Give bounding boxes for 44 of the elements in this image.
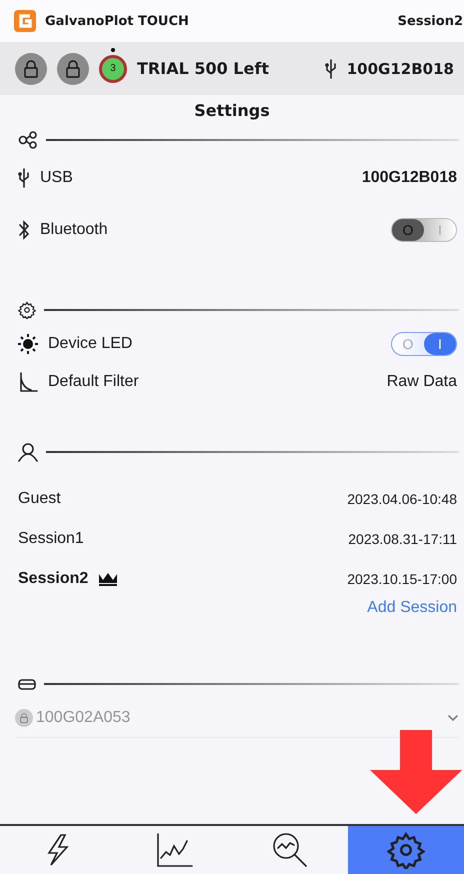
toggle-switch[interactable]: O I bbox=[391, 332, 457, 356]
trial-status: TRIAL 500 Left bbox=[137, 59, 270, 78]
settings-icon bbox=[387, 831, 425, 869]
user-icon bbox=[18, 442, 38, 462]
app-title: GalvanoPlot TOUCH bbox=[45, 14, 190, 28]
setting-label: USB bbox=[40, 169, 74, 187]
setting-label: Default Filter bbox=[48, 373, 140, 391]
lock-icon bbox=[15, 52, 47, 84]
off-mark: O bbox=[402, 336, 414, 352]
add-session-link[interactable]: Add Session bbox=[367, 599, 457, 617]
session-name[interactable]: Guest bbox=[18, 490, 61, 508]
session-date: 2023.10.15-17:00 bbox=[347, 571, 457, 587]
session-name: Session2 bbox=[398, 14, 463, 28]
chart-icon bbox=[155, 832, 193, 868]
app-logo bbox=[14, 10, 36, 32]
toggle-switch[interactable]: O I bbox=[391, 218, 457, 242]
counter-badge: 3 bbox=[99, 54, 127, 82]
setting-label: Bluetooth bbox=[40, 221, 109, 239]
lock-icon bbox=[57, 52, 89, 84]
share-icon bbox=[18, 131, 38, 149]
chevron-down-icon bbox=[447, 714, 459, 722]
arrow-icon bbox=[370, 730, 462, 814]
switch-knob: O bbox=[392, 219, 424, 241]
filter-curve-icon bbox=[18, 372, 38, 392]
usb-icon bbox=[18, 168, 30, 188]
session-name[interactable]: Session1 bbox=[18, 530, 84, 548]
sun-icon bbox=[18, 334, 38, 354]
session-name[interactable]: Session2 bbox=[18, 570, 88, 588]
crown-icon bbox=[98, 572, 118, 586]
bluetooth-icon bbox=[18, 220, 30, 240]
settings-icon bbox=[18, 301, 36, 319]
session-date: 2023.04.06-10:48 bbox=[347, 491, 457, 507]
dot-icon bbox=[111, 48, 115, 52]
setting-value: Raw Data bbox=[386, 373, 457, 391]
switch-knob: I bbox=[424, 333, 456, 355]
drive-icon bbox=[18, 677, 36, 691]
setting-label: Device LED bbox=[48, 335, 134, 353]
usb-device: 100G12B018 bbox=[346, 60, 454, 78]
setting-value: 100G12B018 bbox=[362, 169, 457, 187]
usb-icon bbox=[324, 58, 337, 78]
on-mark: I bbox=[437, 222, 443, 238]
session-date: 2023.08.31-17:11 bbox=[348, 531, 457, 547]
lock-icon bbox=[15, 709, 33, 727]
page-title: Settings bbox=[193, 100, 271, 122]
